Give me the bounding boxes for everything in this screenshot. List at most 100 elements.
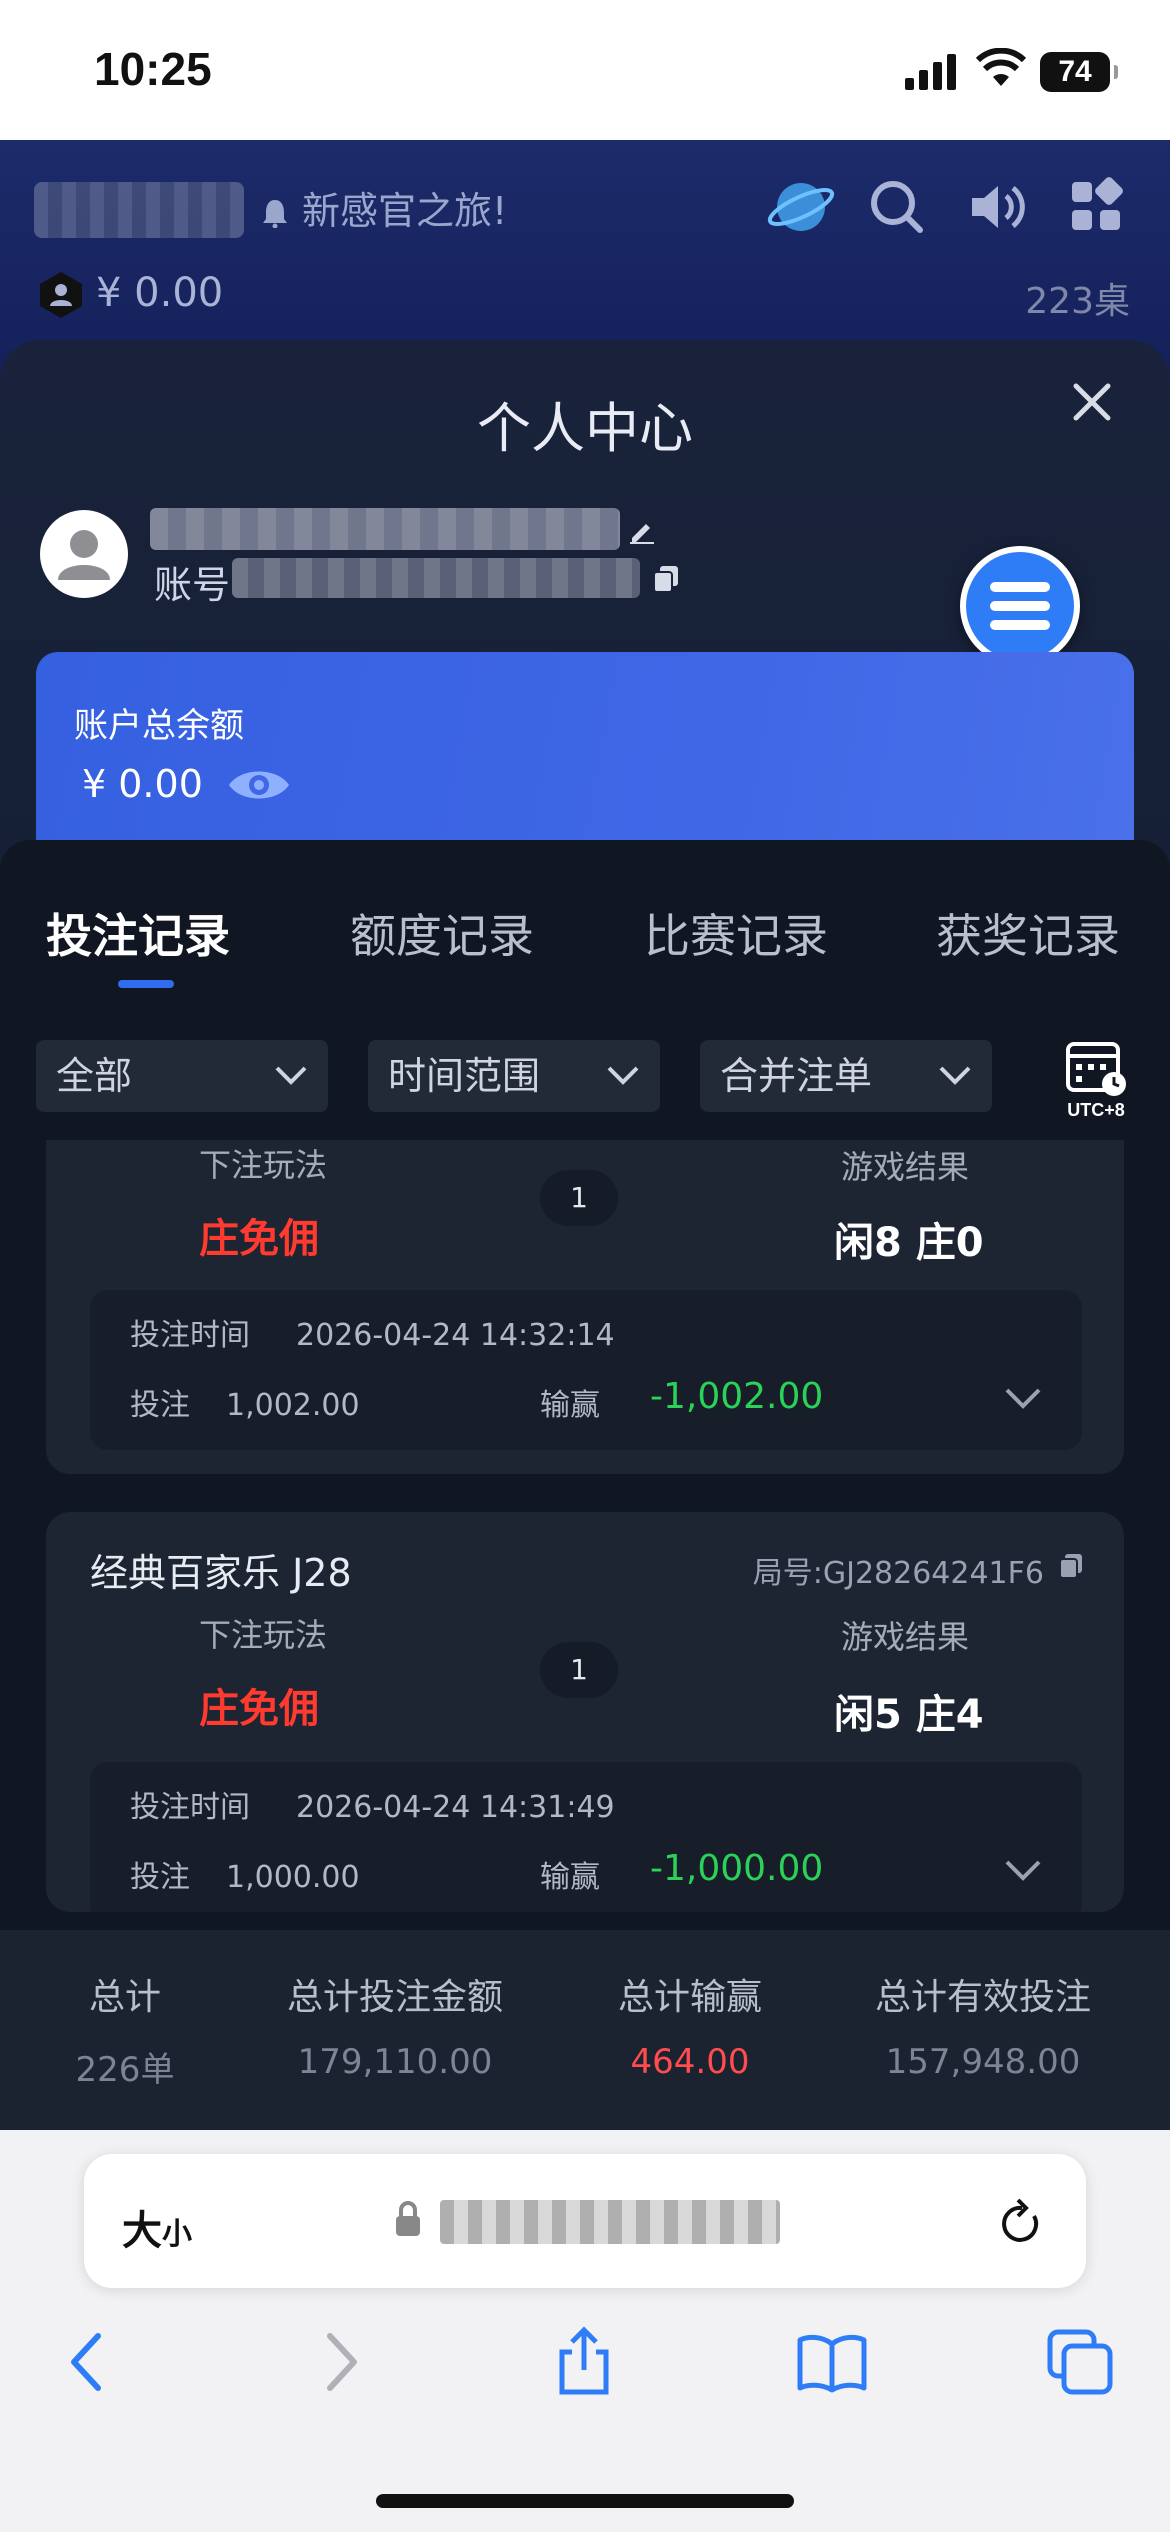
text-size-button[interactable]: 大小 [122, 2198, 192, 2256]
bet-amount-row: 投注 1,000.00 输赢 -1,000.00 [130, 1848, 1070, 1896]
bet-time-label: 投注时间 [130, 1318, 250, 1353]
copy-icon[interactable] [652, 564, 680, 594]
bet-time-value: 2026-04-24 14:32:14 [296, 1318, 615, 1353]
chevron-down-icon [939, 1066, 971, 1085]
bet-play-label: 下注玩法 [199, 1616, 328, 1654]
tab-quota-records[interactable]: 额度记录 [350, 900, 534, 966]
game-title: 经典百家乐 J28 [90, 1551, 352, 1595]
summary-value: 179,110.00 [297, 2042, 493, 2082]
summary-total-bet: 总计投注金额 179,110.00 [260, 1968, 530, 2082]
bet-label: 投注 [130, 1860, 190, 1895]
header-balance-value: ¥ 0.00 [96, 270, 224, 316]
cellular-signal-icon [905, 50, 957, 90]
battery-icon: 74 [1040, 52, 1118, 92]
chevron-down-icon [275, 1066, 307, 1085]
floating-menu-button[interactable] [960, 546, 1080, 666]
tabs-icon[interactable] [1044, 2326, 1116, 2398]
account-id-blurred [232, 558, 640, 598]
notice-marquee[interactable]: 新感官之旅! [262, 180, 507, 235]
tab-match-records[interactable]: 比赛记录 [644, 900, 828, 966]
address-bar[interactable]: 大小 [84, 2154, 1086, 2288]
edit-icon[interactable] [628, 516, 656, 544]
filter-merge-label: 合并注单 [720, 1054, 873, 1098]
home-indicator [376, 2494, 794, 2508]
bet-time-label: 投注时间 [130, 1790, 250, 1825]
wifi-icon [976, 48, 1026, 86]
bet-record-card[interactable]: 下注玩法 游戏结果 庄免佣 1 闲8 庄0 投注时间 2026-04-24 14:… [46, 1140, 1124, 1474]
text-size-big: 大 [122, 2208, 162, 2254]
balance-card-amount: ¥ 0.00 [82, 762, 291, 806]
status-bar: 10:25 74 [0, 0, 1170, 140]
grid-menu-icon[interactable] [1062, 172, 1132, 242]
table-count: 223桌 [1025, 281, 1130, 322]
notice-text: 新感官之旅! [302, 189, 508, 233]
summary-title: 总计投注金额 [286, 1977, 503, 2018]
active-tab-indicator [118, 980, 174, 988]
text-size-small: 小 [162, 2217, 192, 2252]
win-loss-label: 输赢 [540, 1388, 600, 1423]
summary-total-win-loss: 总计输赢 464.00 [580, 1968, 800, 2082]
user-badge-icon [40, 272, 82, 318]
chevron-down-icon [607, 1066, 639, 1085]
win-loss-value: -1,002.00 [650, 1376, 824, 1417]
bet-detail-box: 投注时间 2026-04-24 14:32:14 投注 1,002.00 输赢 -1… [90, 1290, 1082, 1450]
url-blurred [440, 2200, 780, 2244]
round-id: 局号:GJ28264241F6 [752, 1556, 1044, 1591]
summary-title: 总计 [88, 1977, 161, 2018]
close-icon[interactable] [1070, 380, 1114, 424]
eye-icon[interactable] [227, 765, 291, 805]
filter-all-label: 全部 [56, 1054, 133, 1098]
game-result: 闲5 庄4 [834, 1692, 984, 1738]
avatar[interactable] [40, 510, 128, 598]
chevron-down-icon[interactable] [1004, 1386, 1042, 1410]
tab-bet-records[interactable]: 投注记录 [46, 900, 230, 966]
status-time: 10:25 [94, 43, 212, 95]
filter-all-dropdown[interactable]: 全部 [36, 1040, 328, 1112]
bet-play-label: 下注玩法 [199, 1146, 328, 1184]
site-logo-blurred [34, 182, 244, 238]
summary-total-valid-bet: 总计有效投注 157,948.00 [848, 1968, 1118, 2082]
win-loss-value: -1,000.00 [650, 1848, 824, 1889]
game-result: 闲8 庄0 [834, 1220, 984, 1266]
nickname-blurred [150, 508, 620, 550]
tab-award-records[interactable]: 获奖记录 [936, 900, 1120, 966]
modal-title: 个人中心 [477, 397, 693, 460]
account-label: 账号 [154, 563, 231, 607]
bet-record-card[interactable]: 经典百家乐 J28 局号:GJ28264241F6 下注玩法 游戏结果 庄免佣 … [46, 1512, 1124, 1912]
summary-value: 157,948.00 [885, 2042, 1081, 2082]
chevron-down-icon[interactable] [1004, 1858, 1042, 1882]
bet-type: 庄免佣 [199, 1216, 319, 1262]
summary-value: 464.00 [630, 2042, 750, 2082]
search-icon[interactable] [862, 172, 932, 242]
bet-type: 庄免佣 [199, 1686, 319, 1732]
record-tabs: 投注记录 额度记录 比赛记录 获奖记录 [0, 900, 1170, 1000]
win-loss-label: 输赢 [540, 1860, 600, 1895]
forward-icon[interactable] [304, 2326, 376, 2398]
lock-icon [396, 2201, 420, 2236]
bet-label: 投注 [130, 1388, 190, 1423]
copy-icon[interactable] [1058, 1552, 1084, 1580]
bet-count-badge: 1 [540, 1170, 618, 1226]
planet-icon[interactable] [766, 172, 836, 242]
bet-amount-value: 1,000.00 [226, 1860, 360, 1895]
bell-icon [263, 200, 287, 228]
back-icon[interactable] [52, 2326, 124, 2398]
balance-amount-value: ¥ 0.00 [82, 762, 203, 806]
header-balance: ¥ 0.00 [36, 270, 223, 320]
calendar-clock-icon [1066, 1042, 1126, 1096]
summary-total-count: 总计 226单 [40, 1968, 210, 2091]
game-result-label: 游戏结果 [841, 1618, 970, 1656]
share-icon[interactable] [548, 2326, 620, 2398]
reload-icon[interactable] [994, 2194, 1046, 2250]
game-result-label: 游戏结果 [841, 1148, 970, 1186]
bookmarks-icon[interactable] [796, 2326, 868, 2398]
filter-merge-dropdown[interactable]: 合并注单 [700, 1040, 992, 1112]
summary-title: 总计有效投注 [874, 1977, 1091, 2018]
bet-time-row: 投注时间 2026-04-24 14:32:14 [130, 1310, 615, 1354]
filter-time-range-dropdown[interactable]: 时间范围 [368, 1040, 660, 1112]
filter-time-range-label: 时间范围 [388, 1054, 541, 1098]
bet-count-badge: 1 [540, 1642, 618, 1698]
bet-time-value: 2026-04-24 14:31:49 [296, 1790, 615, 1825]
speaker-icon[interactable] [962, 172, 1032, 242]
timezone-calendar-button[interactable]: UTC+8 [1062, 1038, 1130, 1128]
